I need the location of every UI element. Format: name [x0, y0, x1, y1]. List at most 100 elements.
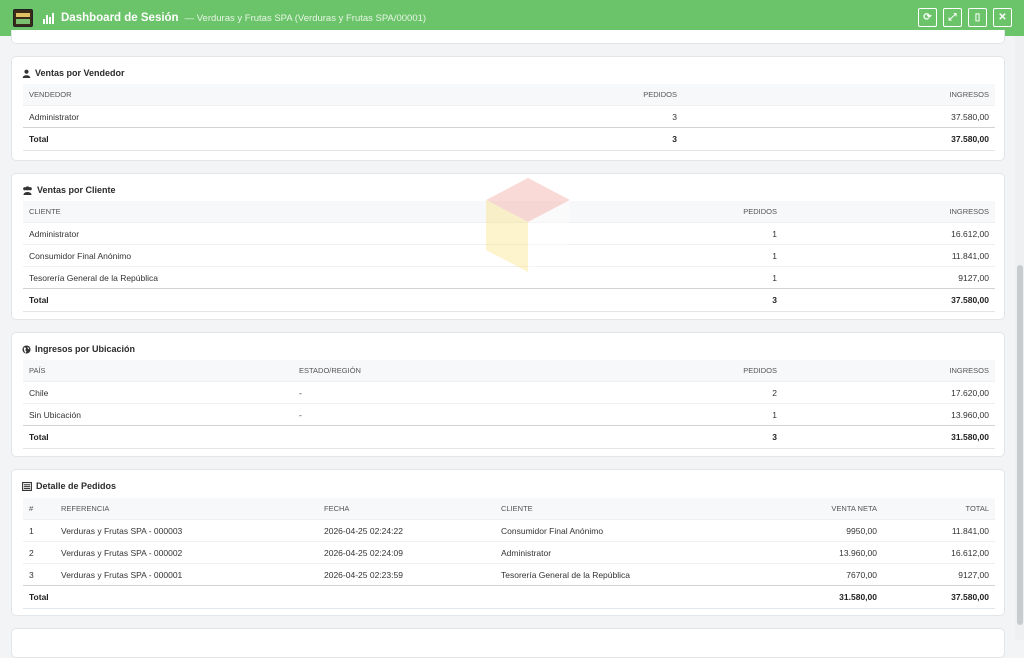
table-cell: 2026-04-25 02:24:22: [318, 519, 495, 542]
table-cell: [495, 585, 751, 609]
card-title-label: Detalle de Pedidos: [36, 481, 117, 491]
table-cell: Tesorería General de la República: [23, 266, 563, 289]
total-row: Total 3 37.580,00: [23, 288, 995, 312]
table-cell: 17.620,00: [783, 381, 995, 404]
table-cell: Total: [23, 425, 293, 449]
table-cell: 1: [563, 403, 783, 426]
table-cell: 31.580,00: [783, 425, 995, 449]
sales-by-seller-card: Ventas por Vendedor VENDEDOR PEDIDOS ING…: [11, 56, 1005, 161]
table-cell: 16.612,00: [783, 222, 995, 245]
table-cell: 37.580,00: [783, 288, 995, 312]
table-cell: Verduras y Frutas SPA - 000003: [55, 519, 318, 542]
table-cell: Verduras y Frutas SPA - 000001: [55, 563, 318, 586]
previous-card: [11, 30, 1005, 44]
bar-chart-icon: [43, 12, 55, 24]
scrollbar-thumb[interactable]: [1017, 265, 1023, 625]
column-header: INGRESOS: [783, 360, 995, 382]
total-row: Total 3 37.580,00: [23, 127, 995, 151]
column-header: VENDEDOR: [23, 84, 463, 106]
table-cell: 3: [563, 288, 783, 312]
table-cell: 7670,00: [751, 563, 883, 586]
column-header: PAÍS: [23, 360, 293, 382]
table-cell: 1: [563, 244, 783, 267]
table-cell: 3: [463, 127, 683, 151]
page-subtitle: — Verduras y Frutas SPA (Verduras y Frut…: [184, 12, 427, 24]
table-cell: 16.612,00: [883, 541, 995, 564]
table-cell: Total: [23, 585, 55, 609]
table-cell: 1: [23, 519, 55, 542]
table-cell: Total: [23, 127, 463, 151]
close-button[interactable]: ✕: [993, 8, 1012, 27]
table-cell: [55, 585, 318, 609]
revenue-by-location-card: Ingresos por Ubicación PAÍS ESTADO/REGIÓ…: [11, 332, 1005, 457]
table-cell: 37.580,00: [883, 585, 995, 609]
column-header: CLIENTE: [495, 498, 751, 520]
card-title-label: Ventas por Vendedor: [35, 68, 125, 78]
total-row: Total 3 31.580,00: [23, 425, 995, 449]
table-cell: 3: [463, 105, 683, 128]
expand-button[interactable]: ⤢: [943, 8, 962, 27]
card-title: Ingresos por Ubicación: [22, 344, 135, 354]
table-row: 2 Verduras y Frutas SPA - 000002 2026-04…: [23, 541, 995, 564]
column-header: INGRESOS: [683, 84, 995, 106]
orders-table: # REFERENCIA FECHA CLIENTE VENTA NETA TO…: [23, 498, 995, 609]
column-header: PEDIDOS: [563, 360, 783, 382]
table-cell: Administrator: [23, 105, 463, 128]
column-header: REFERENCIA: [55, 498, 318, 520]
table-cell: 13.960,00: [751, 541, 883, 564]
table-cell: 9127,00: [783, 266, 995, 289]
total-row: Total 31.580,00 37.580,00: [23, 585, 995, 609]
refresh-icon: ⟳: [923, 12, 932, 23]
table-cell: 9127,00: [883, 563, 995, 586]
table-cell: 2026-04-25 02:23:59: [318, 563, 495, 586]
table-cell: 9950,00: [751, 519, 883, 542]
column-header: PEDIDOS: [463, 84, 683, 106]
table-cell: 3: [23, 563, 55, 586]
pdf-icon: ▯: [974, 12, 981, 23]
table-cell: Consumidor Final Anónimo: [23, 244, 563, 267]
card-title: Ventas por Cliente: [22, 185, 116, 195]
table-cell: Verduras y Frutas SPA - 000002: [55, 541, 318, 564]
order-details-card: Detalle de Pedidos # REFERENCIA FECHA CL…: [11, 469, 1005, 616]
table-cell: 37.580,00: [683, 105, 995, 128]
next-card: [11, 628, 1005, 658]
table-cell: 3: [563, 425, 783, 449]
table-cell: 1: [563, 222, 783, 245]
table-cell: 37.580,00: [683, 127, 995, 151]
column-header: #: [23, 498, 55, 520]
table-cell: Chile: [23, 381, 293, 404]
table-cell: Sin Ubicación: [23, 403, 293, 426]
table-row: Administrator 3 37.580,00: [23, 105, 995, 128]
globe-icon: [22, 344, 31, 354]
pdf-button[interactable]: ▯: [968, 8, 987, 27]
card-title-label: Ingresos por Ubicación: [35, 344, 136, 354]
table-cell: 31.580,00: [751, 585, 883, 609]
table-cell: 11.841,00: [883, 519, 995, 542]
app-logo: [13, 9, 33, 27]
card-title-label: Ventas por Cliente: [37, 185, 116, 195]
expand-icon: ⤢: [948, 12, 957, 23]
table-row: Chile - 2 17.620,00: [23, 381, 995, 404]
column-header: VENTA NETA: [751, 498, 883, 520]
table-cell: 2: [23, 541, 55, 564]
close-icon: ✕: [998, 12, 1007, 23]
table-row: 1 Verduras y Frutas SPA - 000003 2026-04…: [23, 519, 995, 542]
seller-table: VENDEDOR PEDIDOS INGRESOS Administrator …: [23, 84, 995, 151]
card-title: Ventas por Vendedor: [22, 68, 125, 78]
table-cell: [318, 585, 495, 609]
refresh-button[interactable]: ⟳: [918, 8, 937, 27]
table-cell: Tesorería General de la República: [495, 563, 751, 586]
table-cell: Consumidor Final Anónimo: [495, 519, 751, 542]
column-header: INGRESOS: [783, 201, 995, 223]
table-cell: -: [293, 381, 563, 404]
location-table: PAÍS ESTADO/REGIÓN PEDIDOS INGRESOS Chil…: [23, 360, 995, 449]
column-header: FECHA: [318, 498, 495, 520]
table-cell: Total: [23, 288, 563, 312]
column-header: ESTADO/REGIÓN: [293, 360, 563, 382]
column-header: TOTAL: [883, 498, 995, 520]
user-icon: [22, 69, 31, 78]
table-cell: 2026-04-25 02:24:09: [318, 541, 495, 564]
table-cell: 13.960,00: [783, 403, 995, 426]
table-cell: [293, 425, 563, 449]
table-cell: -: [293, 403, 563, 426]
